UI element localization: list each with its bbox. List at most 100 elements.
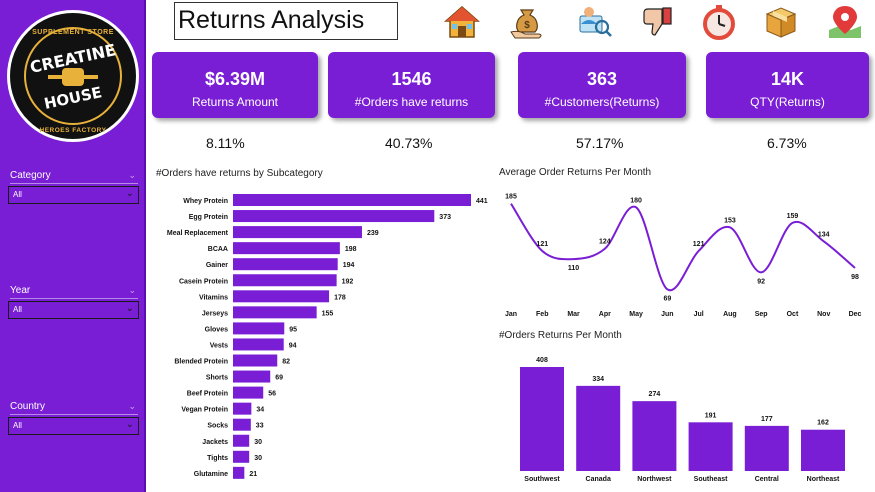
x-tick-label: Oct [787, 311, 799, 318]
country-filter-label: Country [10, 401, 46, 412]
bar-value-label: 30 [254, 439, 262, 446]
kpi-label: #Customers(Returns) [544, 95, 660, 109]
x-tick-label: Dec [849, 311, 862, 318]
bar [233, 450, 250, 463]
kpi-value: 363 [586, 69, 618, 89]
bar-value-label: 192 [342, 278, 354, 285]
data-label: 98 [851, 274, 859, 281]
series-line [510, 203, 856, 292]
bar-category-label: Beef Protein [187, 391, 228, 398]
bar [801, 429, 845, 471]
bar [233, 434, 250, 447]
kpi-card-qty-returns[interactable]: 14K QTY(Returns) [706, 52, 869, 118]
stopwatch-icon[interactable] [701, 4, 737, 40]
page-title-box: Returns Analysis [174, 2, 398, 40]
money-bag-icon[interactable]: $ [509, 4, 545, 40]
bar-value-label: 94 [289, 342, 297, 349]
monthly-avg-chart-title: Average Order Returns Per Month [499, 167, 652, 178]
data-label: 134 [818, 231, 830, 238]
country-select[interactable]: All ⌄ [8, 417, 139, 435]
chevron-down-icon: ⌄ [125, 303, 134, 314]
bar [233, 306, 317, 319]
chevron-down-icon[interactable]: ⌄ [128, 285, 136, 296]
bar [233, 338, 284, 351]
chevron-down-icon[interactable]: ⌄ [128, 401, 136, 412]
x-tick-label: Jun [661, 311, 673, 318]
bar [233, 290, 330, 303]
bar [576, 385, 621, 471]
bar [744, 425, 789, 471]
year-filter-label: Year [10, 285, 31, 296]
data-label: 159 [787, 213, 799, 220]
category-select[interactable]: All ⌄ [8, 186, 139, 204]
bar-value-label: 334 [592, 376, 604, 383]
logo-bottom-text: HEROES FACTORY [39, 127, 107, 134]
x-tick-label: Aug [723, 311, 737, 318]
thumbs-down-icon[interactable] [639, 4, 675, 40]
bar [233, 386, 264, 399]
data-label: 153 [724, 217, 736, 224]
bar [233, 226, 362, 239]
bar [632, 401, 677, 471]
bar-value-label: 441 [476, 198, 488, 205]
kpi-value: 14K [770, 69, 805, 89]
box-icon[interactable] [763, 4, 799, 40]
bar [233, 242, 340, 255]
bar-category-label: Socks [207, 423, 228, 430]
map-pin-icon[interactable] [827, 4, 863, 40]
sidebar: SUPPLEMENT STORE CREATINE HOUSE HEROES F… [0, 0, 146, 492]
kpi-percent: 57.17% [576, 135, 624, 151]
x-tick-label: Apr [599, 311, 611, 318]
bar [233, 466, 245, 479]
bar-value-label: 21 [249, 471, 257, 478]
monthly-avg-line-chart: 185 Jan 121 Feb 110 Mar 124 Apr 180 May 69 Jun 121 Ju… [505, 194, 862, 318]
category-select-value: All [13, 190, 22, 199]
bar-category-label: Vests [210, 342, 228, 349]
kpi-card-customers-returns[interactable]: 363 #Customers(Returns) [518, 52, 686, 118]
bar-category-label: Vegan Protein [181, 407, 228, 414]
x-tick-label: Feb [536, 311, 548, 318]
data-label: 185 [505, 194, 517, 201]
bar [233, 210, 435, 223]
bar [233, 194, 471, 206]
bar-value-label: 30 [254, 455, 262, 462]
bar-value-label: 95 [289, 326, 297, 333]
bar-value-label: 82 [282, 359, 290, 366]
bar-value-label: 177 [761, 416, 773, 423]
bar-value-label: 155 [322, 310, 334, 317]
bar-category-label: BCAA [208, 246, 228, 253]
bar-value-label: 198 [345, 246, 357, 253]
logo-top-text: SUPPLEMENT STORE [32, 29, 114, 36]
bar-category-label: Glutamine [194, 471, 228, 478]
kpi-card-returns-amount[interactable]: $6.39M Returns Amount [152, 52, 318, 118]
bar-value-label: 239 [367, 230, 379, 237]
logo-fist-icon [62, 68, 84, 86]
bar-category-label: Jackets [202, 439, 228, 446]
region-chart-title: #Orders Returns Per Month [499, 330, 622, 341]
x-tick-label: Jul [694, 311, 704, 318]
bar-category-label: Southeast [694, 476, 729, 483]
chevron-down-icon: ⌄ [125, 419, 134, 430]
subcategory-chart-title: #Orders have returns by Subcategory [156, 168, 323, 179]
bar-category-label: Whey Protein [183, 198, 228, 205]
bar-value-label: 69 [275, 375, 283, 382]
bar-category-label: Northeast [807, 476, 840, 483]
bar [233, 322, 285, 335]
svg-text:$: $ [524, 20, 530, 31]
country-select-value: All [13, 421, 22, 430]
bar-category-label: Southwest [524, 476, 560, 483]
bar-value-label: 194 [343, 262, 355, 269]
year-select[interactable]: All ⌄ [8, 301, 139, 319]
chevron-down-icon[interactable]: ⌄ [128, 170, 136, 181]
bar-value-label: 274 [649, 391, 661, 398]
x-tick-label: May [629, 311, 643, 318]
bar [233, 402, 252, 415]
customer-search-icon[interactable] [577, 4, 613, 40]
x-tick-label: Jan [505, 311, 517, 318]
house-icon[interactable] [444, 4, 480, 40]
bar-value-label: 373 [439, 214, 451, 221]
kpi-card-orders-returns[interactable]: 1546 #Orders have returns [328, 52, 495, 118]
year-select-value: All [13, 305, 22, 314]
data-label: 92 [757, 278, 765, 285]
bar [688, 422, 733, 471]
